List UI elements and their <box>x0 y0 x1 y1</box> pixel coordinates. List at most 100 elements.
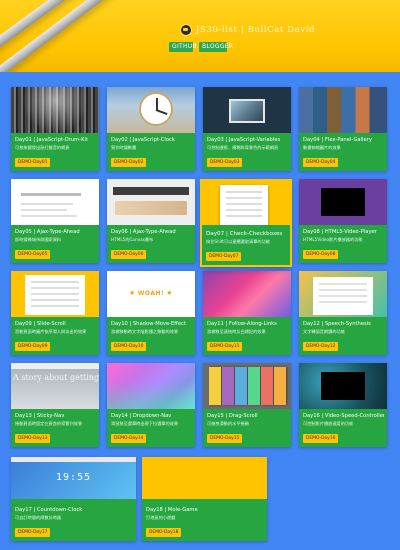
project-card-day16[interactable]: Day16 | Video-Speed-Controller 可控制影片播放速度… <box>299 363 387 447</box>
card-description: 實作時鐘動畫 <box>111 145 137 150</box>
project-card-day01[interactable]: Day01 | JavaScript-Drum-Kit 可按按鍵發出敲打聲音的網… <box>11 87 99 171</box>
demo-button[interactable]: DEMO-Day16 <box>303 434 339 443</box>
header: JS30-list | BullCat David GITHUB BLOGGER <box>0 0 400 72</box>
project-card-day08[interactable]: Day08 | HTML5-Video-Player HTML5Video影片播… <box>299 179 387 263</box>
demo-button[interactable]: DEMO-Day13 <box>15 434 51 443</box>
thumbnail: ✸ WOAH! ✸ <box>107 271 195 317</box>
card-description: 滾動頁面時圖片依序滑入與淡出的效果 <box>15 329 87 334</box>
project-card-day10[interactable]: ✸ WOAH! ✸ Day10 | Shadow-Move-Effect 游標移… <box>107 271 195 355</box>
woah-text: ✸ WOAH! ✸ <box>129 290 173 297</box>
card-title: Day18 | Mole-Game <box>146 507 198 513</box>
project-card-day11[interactable]: Day11 | Follow-Along-Links 游標移至連結時反白標記的效… <box>203 271 291 355</box>
card-title: Day13 | Sticky-Nav <box>15 413 65 419</box>
photo-image <box>229 99 265 123</box>
project-card-day04[interactable]: Day04 | Flex-Panel-Gallery 動畫伸縮圖片的效果 DEM… <box>299 87 387 171</box>
card-description: 可控制邊框、模糊與背景色的示範網頁 <box>207 145 279 150</box>
project-card-day13[interactable]: A story about getting lost Day13 | Stick… <box>11 363 99 447</box>
demo-button[interactable]: DEMO-Day14 <box>111 434 147 443</box>
video-image <box>321 372 365 400</box>
card-title: Day09 | Slide-Scroll <box>15 321 66 327</box>
thumbnail <box>203 87 291 133</box>
blogger-button[interactable]: BLOGGER <box>199 42 233 52</box>
project-card-day05[interactable]: Day05 | Ajax-Type-Ahead 即時搜尋城市與國家資料 DEMO… <box>11 179 99 263</box>
card-description: 即時搜尋城市與國家資料 <box>15 237 62 242</box>
card-title: Day17 | Countdown-Clock <box>15 507 83 513</box>
demo-button[interactable]: DEMO-Day10 <box>111 342 147 351</box>
thumbnail <box>11 179 99 225</box>
card-description: 游標移動時文字陰影隨之移動的效果 <box>111 329 179 334</box>
thumbnail: A story about getting lost <box>11 363 99 409</box>
card-description: 滑鼠移至選單時出現下拉選單的效果 <box>111 421 179 426</box>
demo-button[interactable]: DEMO-Day11 <box>207 342 243 351</box>
card-description: 打地鼠的小遊戲 <box>146 515 176 520</box>
thumbnail <box>299 271 387 317</box>
project-card-day18[interactable]: Day18 | Mole-Game 打地鼠的小遊戲 DEMO-Day18 <box>142 457 267 541</box>
card-title: Day16 | Video-Speed-Controller <box>303 413 384 419</box>
card-description: 可按按鍵發出敲打聲音的網頁 <box>15 145 70 150</box>
thumbnail <box>203 271 291 317</box>
story-headline: A story about getting lost <box>13 373 99 382</box>
demo-button[interactable]: DEMO-Day03 <box>207 158 243 167</box>
demo-button[interactable]: DEMO-Day09 <box>15 342 51 351</box>
card-description: 捲動頁面時固定在頁首的導覽列效果 <box>15 421 83 426</box>
bullcat-logo-icon <box>180 24 192 36</box>
card-description: 可控制影片播放速度的功能 <box>303 421 354 426</box>
card-title: Day12 | Speech-Synthesis <box>303 321 371 327</box>
card-description: 按住Shift可以連續選取清單的功能 <box>206 239 270 244</box>
card-description: 文字轉語音朗讀的功能 <box>303 329 345 334</box>
site-title: JS30-list | BullCat David <box>196 25 316 35</box>
thumbnail <box>299 87 387 133</box>
search-bar-image <box>21 193 81 196</box>
github-button[interactable]: GITHUB <box>169 42 197 52</box>
project-card-day06[interactable]: Day06 | Ajax-Type-Ahead HTML5的Canvas畫布 D… <box>107 179 195 263</box>
project-card-day15[interactable]: Day15 | Drag-Scroll 可拖曳滑動的水平捲軸 DEMO-Day1… <box>203 363 291 447</box>
demo-button[interactable]: DEMO-Day06 <box>111 250 147 259</box>
demo-button[interactable]: DEMO-Day18 <box>146 528 182 537</box>
demo-button[interactable]: DEMO-Day17 <box>15 528 51 537</box>
card-title: Day11 | Follow-Along-Links <box>207 321 277 327</box>
card-description: HTML5Video影片播放器的功能 <box>303 237 363 242</box>
thumbnail <box>107 87 195 133</box>
thumbnail <box>11 271 99 317</box>
demo-button[interactable]: DEMO-Day01 <box>15 158 51 167</box>
thumbnail <box>202 181 290 225</box>
card-description: HTML5的Canvas畫布 <box>111 237 154 242</box>
card-title: Day03 | JavaScript-Variables <box>207 137 281 143</box>
card-title: Day05 | Ajax-Type-Ahead <box>15 229 80 235</box>
demo-button[interactable]: DEMO-Day08 <box>303 250 339 259</box>
thumbnail <box>299 179 387 225</box>
card-description: 動畫伸縮圖片的效果 <box>303 145 341 150</box>
demo-button[interactable]: DEMO-Day02 <box>111 158 147 167</box>
thumbnail <box>299 363 387 409</box>
card-title: Day01 | JavaScript-Drum-Kit <box>15 137 88 143</box>
project-card-day03[interactable]: Day03 | JavaScript-Variables 可控制邊框、模糊與背景… <box>203 87 291 171</box>
countdown-time: 19:55 <box>55 472 92 483</box>
clock-icon <box>139 92 173 126</box>
project-card-day09[interactable]: Day09 | Slide-Scroll 滾動頁面時圖片依序滑入與淡出的效果 D… <box>11 271 99 355</box>
project-card-day12[interactable]: Day12 | Speech-Synthesis 文字轉語音朗讀的功能 DEMO… <box>299 271 387 355</box>
project-card-day17[interactable]: 19:55 Day17 | Countdown-Clock 可自訂時間的倒數計時… <box>11 457 136 541</box>
card-title: Day02 | JavaScript-Clock <box>111 137 175 143</box>
thumbnail <box>142 457 267 499</box>
card-title: Day08 | HTML5-Video-Player <box>303 229 377 235</box>
thumbnail <box>11 87 99 133</box>
card-title: Day04 | Flex-Panel-Gallery <box>303 137 372 143</box>
card-description: 游標移至連結時反白標記的效果 <box>207 329 266 334</box>
project-card-day14[interactable]: Day14 | Dropdown-Nav 滑鼠移至選單時出現下拉選單的效果 DE… <box>107 363 195 447</box>
thumbnail <box>203 363 291 409</box>
video-image <box>321 188 365 216</box>
demo-button[interactable]: DEMO-Day05 <box>15 250 51 259</box>
pencil-image <box>0 0 129 72</box>
card-title: Day07 | Check-Checkboxes <box>206 231 283 237</box>
card-title: Day14 | Dropdown-Nav <box>111 413 172 419</box>
thumbnail <box>107 179 195 225</box>
card-title: Day15 | Drag-Scroll <box>207 413 258 419</box>
project-card-day07[interactable]: Day07 | Check-Checkboxes 按住Shift可以連續選取清單… <box>202 181 290 265</box>
demo-button[interactable]: DEMO-Day12 <box>303 342 339 351</box>
thumbnail: 19:55 <box>11 457 136 499</box>
project-card-day02[interactable]: Day02 | JavaScript-Clock 實作時鐘動畫 DEMO-Day… <box>107 87 195 171</box>
demo-button[interactable]: DEMO-Day04 <box>303 158 339 167</box>
demo-button[interactable]: DEMO-Day15 <box>207 434 243 443</box>
card-title: Day10 | Shadow-Move-Effect <box>111 321 186 327</box>
demo-button[interactable]: DEMO-Day07 <box>206 252 242 261</box>
